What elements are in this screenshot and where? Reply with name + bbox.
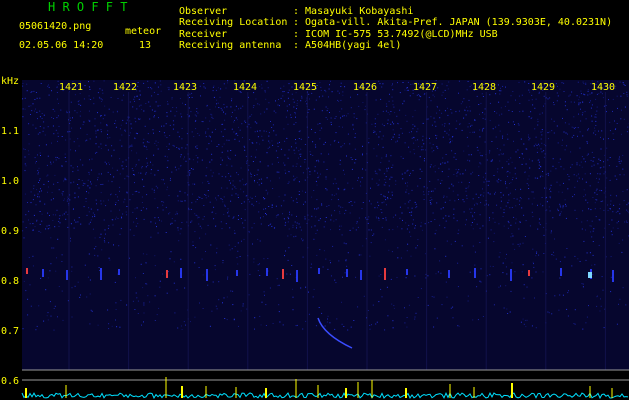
y-tick-label: 0.7 (1, 326, 19, 337)
info-value-observer: : Masayuki Kobayashi (293, 6, 414, 17)
info-value-antenna: : A504HB(yagi 4el) (293, 40, 402, 51)
y-tick-label: 0.9 (1, 226, 19, 237)
meteor-label: meteor (125, 26, 162, 37)
y-tick-label: 0.6 (1, 376, 19, 387)
spectrogram-canvas: kHz 1.1 1.0 0.9 0.8 0.7 0.6 1421 1422 14… (0, 0, 629, 400)
x-tick-label: 1423 (173, 82, 197, 93)
info-label-receiver: Receiver (179, 29, 228, 40)
info-label-antenna: Receiving antenna (179, 40, 282, 51)
y-axis-unit: kHz (1, 76, 19, 87)
app-title: H R O F F T (48, 0, 128, 14)
x-tick-label: 1421 (59, 82, 83, 93)
x-tick-label: 1424 (233, 82, 257, 93)
info-value-receiver: : ICOM IC-575 53.7492(@LCD)MHz USB (293, 29, 498, 40)
x-tick-label: 1422 (113, 82, 137, 93)
file-name: 05061420.png (19, 21, 92, 32)
y-tick-label: 1.0 (1, 176, 19, 187)
date-time: 02.05.06 14:20 (19, 40, 104, 51)
x-tick-label: 1428 (472, 82, 496, 93)
x-tick-label: 1427 (413, 82, 437, 93)
info-value-location: : Ogata-vill. Akita-Pref. JAPAN (139.930… (293, 17, 613, 28)
x-tick-label: 1426 (353, 82, 377, 93)
x-tick-label: 1429 (531, 82, 555, 93)
x-tick-label: 1425 (293, 82, 317, 93)
y-tick-label: 0.8 (1, 276, 19, 287)
info-label-location: Receiving Location (179, 17, 288, 28)
meteor-count: 13 (139, 40, 152, 51)
info-label-observer: Observer (179, 6, 228, 17)
y-tick-label: 1.1 (1, 126, 19, 137)
x-tick-label: 1430 (591, 82, 615, 93)
